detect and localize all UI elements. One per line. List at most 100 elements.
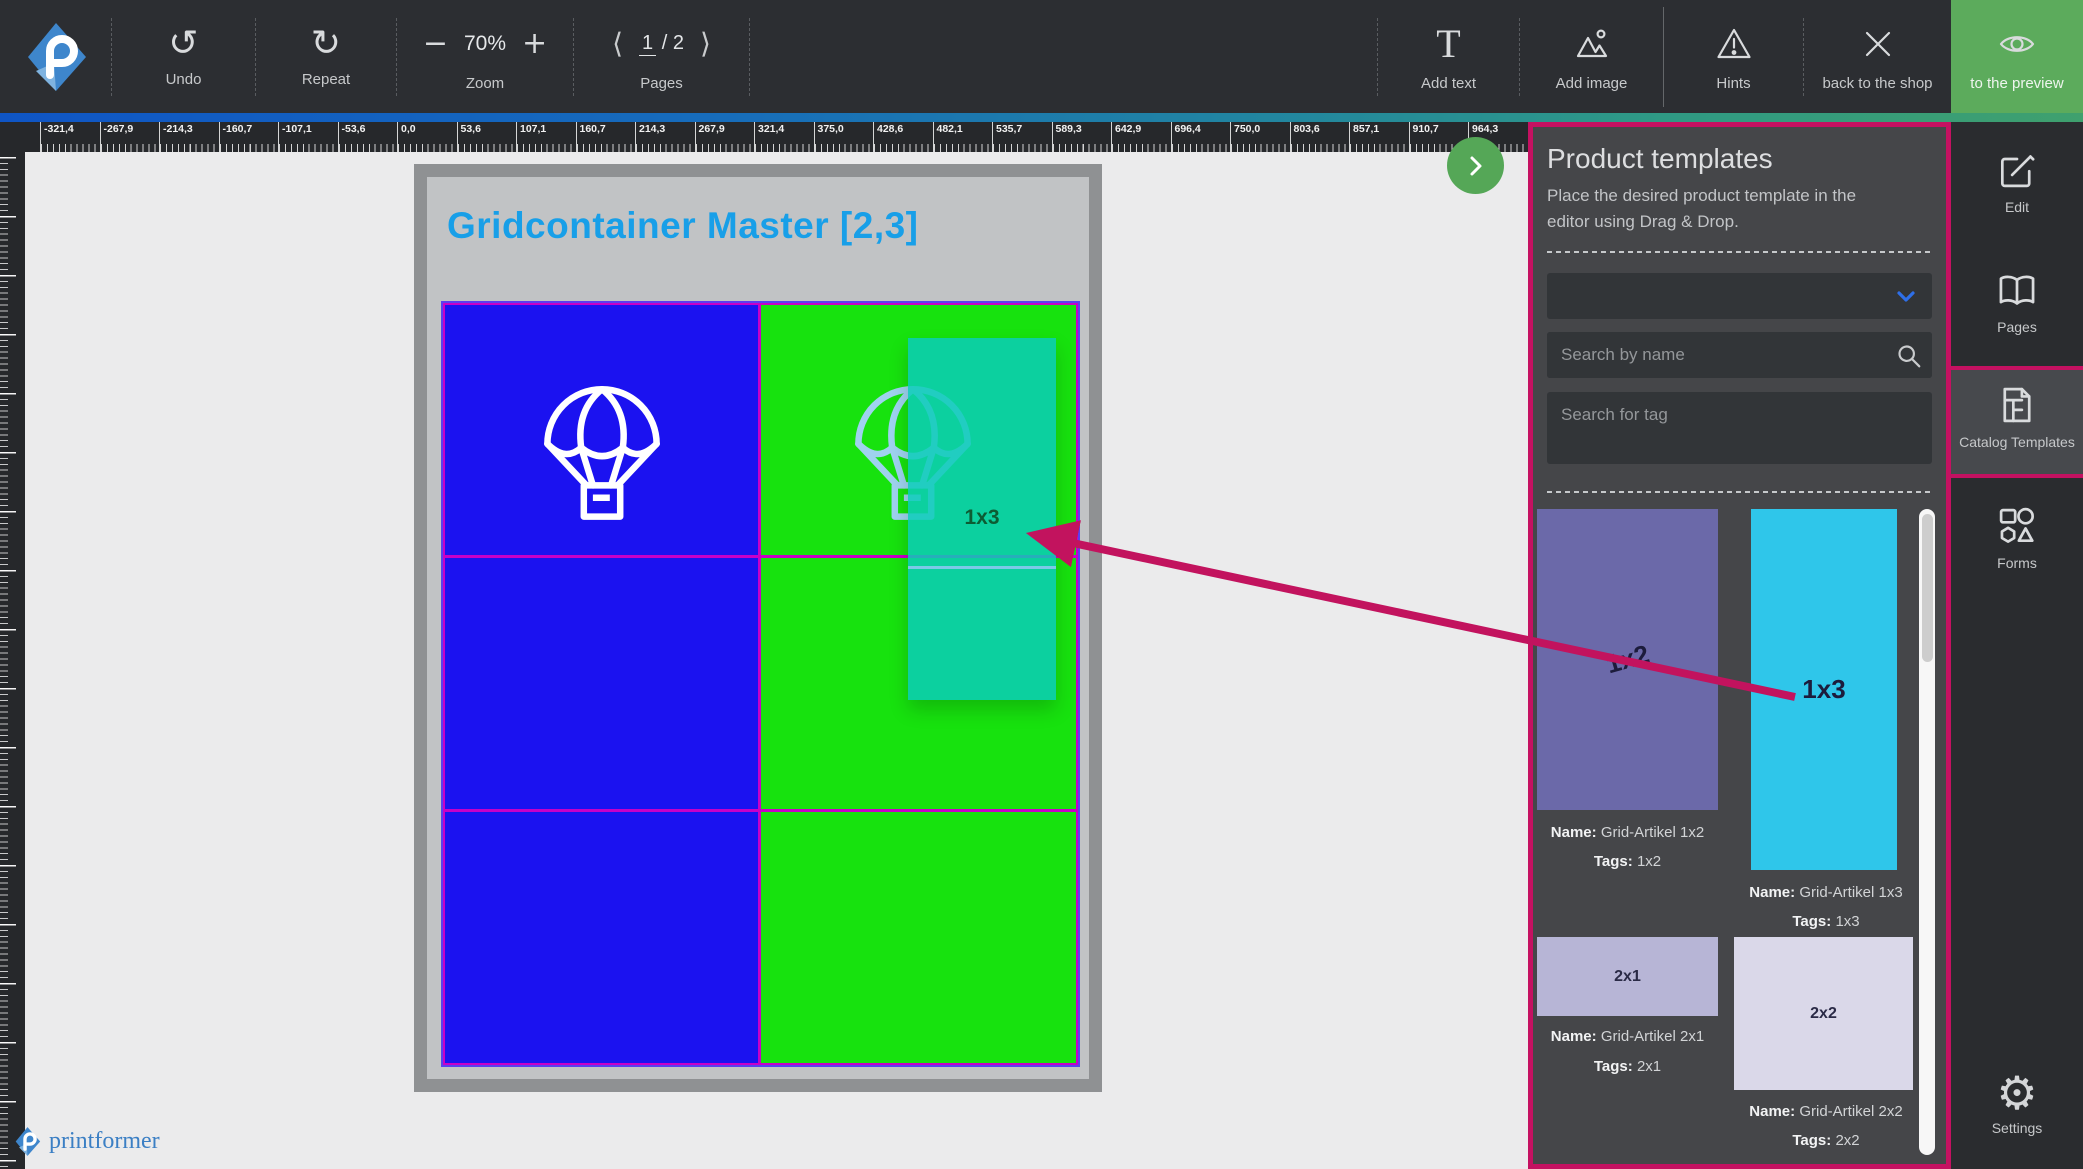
sidebar-item-label: Edit	[1951, 199, 2083, 215]
undo-icon: ↺	[168, 26, 198, 62]
vertical-ruler	[0, 152, 25, 1169]
accent-gradient-bar	[0, 113, 2083, 122]
forms-shapes-icon	[1995, 504, 2039, 548]
template-tile-1x3[interactable]: 1x3	[1751, 509, 1897, 870]
sidebar-item-label: Pages	[1951, 319, 2083, 335]
template-tile-1x2[interactable]: 1x2	[1537, 509, 1718, 810]
toolbar-left-group: ↺ Undo ↻ Repeat − 70% + Zoom ⟨	[0, 0, 750, 113]
dashed-divider	[1547, 491, 1932, 493]
toolbar-right-group: T Add text Add image	[1377, 0, 2083, 113]
template-tags: Tags: 1x2	[1537, 853, 1718, 871]
tile-label: 1x3	[1802, 674, 1845, 705]
search-icon[interactable]	[1895, 342, 1922, 374]
chevron-right-icon	[1463, 152, 1489, 180]
printformer-brand: printformer	[14, 1126, 160, 1157]
search-name-input[interactable]	[1547, 332, 1932, 378]
drag-preview-label: 1x3	[908, 506, 1056, 530]
back-to-shop-button[interactable]: back to the shop	[1804, 0, 1951, 113]
book-icon	[1994, 270, 2040, 312]
tile-label: 2x1	[1614, 968, 1641, 986]
app-logo[interactable]	[0, 0, 111, 113]
repeat-button[interactable]: ↻ Repeat	[256, 0, 396, 113]
add-image-label: Add image	[1556, 75, 1628, 92]
add-image-button[interactable]: Add image	[1520, 0, 1663, 113]
sidebar-item-edit[interactable]: Edit	[1951, 148, 2083, 215]
template-tags: Tags: 2x2	[1721, 1132, 1931, 1150]
sidebar-item-label: Settings	[1951, 1120, 2083, 1136]
zoom-in-button[interactable]: +	[522, 26, 547, 61]
sidebar-item-forms[interactable]: Forms	[1951, 504, 2083, 571]
document-page: Gridcontainer Master [2,3]	[414, 164, 1102, 1092]
grid-cell-r1c1[interactable]	[445, 305, 758, 555]
sidebar-item-pages[interactable]: Pages	[1951, 270, 2083, 335]
chevron-down-icon	[1892, 283, 1920, 309]
current-page-input[interactable]: 1	[639, 32, 656, 56]
catalog-templates-icon	[1995, 383, 2039, 427]
panel-title: Product templates	[1547, 143, 1932, 175]
undo-button[interactable]: ↺ Undo	[112, 0, 255, 113]
grid-cell-r2c1[interactable]	[445, 558, 758, 809]
template-name: Name: Grid-Artikel 1x2	[1537, 824, 1718, 842]
dashed-divider	[1547, 251, 1932, 253]
search-tag-input[interactable]	[1547, 392, 1932, 464]
template-drag-preview[interactable]: 1x3	[908, 338, 1056, 700]
row-guideline	[908, 566, 1056, 569]
toolbar: ↺ Undo ↻ Repeat − 70% + Zoom ⟨	[0, 0, 2083, 113]
undo-label: Undo	[166, 71, 202, 88]
to-preview-button[interactable]: to the preview	[1951, 0, 2083, 113]
back-to-shop-label: back to the shop	[1822, 75, 1932, 92]
page-divider: /	[662, 32, 668, 54]
template-name: Name: Grid-Artikel 1x3	[1721, 884, 1931, 902]
collapse-panel-button[interactable]	[1447, 137, 1504, 194]
repeat-label: Repeat	[302, 71, 350, 88]
sidebar-item-label: Catalog Templates	[1951, 434, 2083, 450]
to-preview-label: to the preview	[1970, 75, 2063, 92]
search-name-field-wrap	[1547, 332, 1932, 378]
previous-page-icon[interactable]: ⟨	[612, 27, 623, 60]
template-category-dropdown[interactable]	[1547, 273, 1932, 319]
eye-icon	[1997, 22, 2037, 66]
sidebar-item-settings[interactable]: ⚙ Settings	[1951, 1070, 2083, 1136]
next-page-icon[interactable]: ⟩	[700, 27, 711, 60]
tile-label: 1x2	[1602, 639, 1652, 681]
add-image-icon	[1573, 22, 1611, 66]
printformer-logo-icon	[14, 1126, 41, 1157]
sidebar-item-catalog-templates[interactable]: Catalog Templates	[1951, 366, 2083, 478]
hints-button[interactable]: Hints	[1664, 0, 1803, 113]
grid-cell-r3c1[interactable]	[445, 812, 758, 1063]
zoom-out-button[interactable]: −	[423, 26, 448, 61]
add-text-button[interactable]: T Add text	[1378, 0, 1519, 113]
repeat-icon: ↻	[311, 26, 341, 62]
brand-wordmark: printformer	[49, 1128, 160, 1155]
page-title-text[interactable]: Gridcontainer Master [2,3]	[447, 205, 919, 247]
zoom-value: 70%	[464, 32, 506, 56]
zoom-label: Zoom	[466, 75, 504, 92]
gear-icon: ⚙	[1951, 1070, 2083, 1116]
hints-label: Hints	[1716, 75, 1750, 92]
parachute-box-icon	[537, 376, 667, 522]
panel-subtitle: Place the desired product template in th…	[1547, 183, 1859, 234]
template-tile-2x2[interactable]: 2x2	[1734, 937, 1913, 1090]
hints-warning-icon	[1715, 22, 1753, 66]
template-tile-2x1[interactable]: 2x1	[1537, 937, 1718, 1016]
add-text-icon: T	[1436, 22, 1460, 66]
edit-icon	[1995, 148, 2039, 192]
total-pages: 2	[673, 32, 684, 54]
template-tags: Tags: 1x3	[1721, 913, 1931, 931]
template-tags: Tags: 2x1	[1537, 1058, 1718, 1076]
page-content: Gridcontainer Master [2,3]	[427, 177, 1089, 1079]
grid-cell-r3c2[interactable]	[761, 812, 1076, 1063]
close-icon	[1861, 22, 1895, 66]
template-name: Name: Grid-Artikel 2x2	[1721, 1103, 1931, 1121]
printformer-editor: ↺ Undo ↻ Repeat − 70% + Zoom ⟨	[0, 0, 2083, 1169]
tile-label: 2x2	[1810, 1005, 1837, 1023]
templates-scrollbar[interactable]	[1919, 509, 1935, 1155]
horizontal-ruler: -321,4-267,9-214,3-160,7-107,1-53,60,053…	[25, 122, 1533, 152]
pages-control: ⟨ 1 / 2 ⟩ Pages	[574, 0, 749, 113]
scrollbar-thumb[interactable]	[1922, 514, 1933, 662]
printformer-logo-icon	[24, 21, 88, 93]
pages-label: Pages	[640, 75, 683, 92]
zoom-control: − 70% + Zoom	[397, 0, 573, 113]
sidebar-item-label: Forms	[1951, 555, 2083, 571]
ruler-corner	[0, 122, 25, 152]
